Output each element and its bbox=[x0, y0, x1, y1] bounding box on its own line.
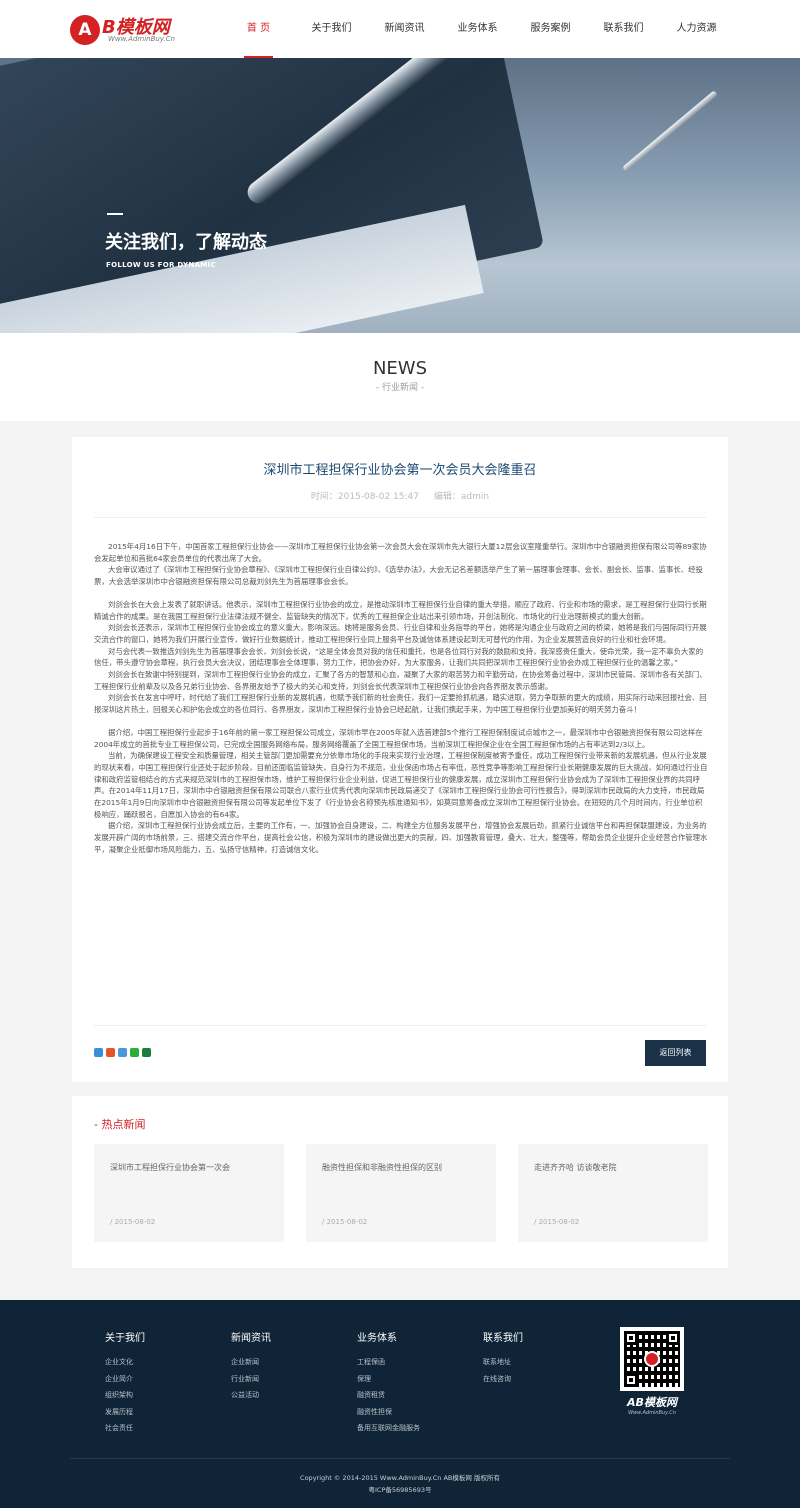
footer-column-news: 新闻资讯 企业新闻 行业新闻 公益活动 bbox=[231, 1329, 271, 1404]
footer-logo: AB模板网 Www.AdminBuy.Cn bbox=[620, 1394, 684, 1416]
hot-news-card-date: / 2015-08-02 bbox=[110, 1218, 156, 1226]
wechat-icon[interactable] bbox=[130, 1048, 139, 1057]
footer-link[interactable]: 备用互联网金融服务 bbox=[357, 1420, 420, 1437]
footer-link[interactable]: 融资租赁 bbox=[357, 1387, 420, 1404]
qr-finder bbox=[666, 1331, 680, 1345]
hot-news-title: - 热点新闻 bbox=[94, 1118, 146, 1131]
footer-logo-text: AB模板网 bbox=[627, 1396, 677, 1409]
section-subtitle: - 行业新闻 - bbox=[375, 383, 425, 393]
footer-link[interactable]: 企业新闻 bbox=[231, 1354, 271, 1371]
tencent-weibo-icon[interactable] bbox=[118, 1048, 127, 1057]
article-paragraph: 刘剑会长在致谢中特别提到，深圳市工程担保行业协会的成立，汇聚了各方的智慧和心血，… bbox=[94, 670, 707, 691]
hot-news-card[interactable]: 深圳市工程担保行业协会第一次会 / 2015-08-02 bbox=[94, 1144, 284, 1242]
banner-pen-clip-image bbox=[622, 90, 718, 172]
article-paragraph: 据介绍，深圳市工程担保行业协会成立后，主要的工作有，一、加强协会自身建设，二、构… bbox=[94, 821, 708, 854]
logo-mark: A bbox=[70, 15, 100, 45]
nav-item-business[interactable]: 业务体系 bbox=[441, 0, 514, 58]
article-title: 深圳市工程担保行业协会第一次会员大会隆重召 bbox=[263, 463, 537, 478]
hot-news-card-title[interactable]: 走进齐齐哈 访谈敬老院 bbox=[534, 1162, 617, 1173]
footer-link[interactable]: 在线咨询 bbox=[483, 1371, 523, 1388]
qr-code-pattern bbox=[624, 1331, 680, 1387]
section-title: NEWS bbox=[372, 358, 428, 379]
article-paragraph: 刘剑会长在发言中呼吁，时代给了我们工程担保行业新的发展机遇，也赋予我们新的社会责… bbox=[94, 693, 707, 715]
qr-code bbox=[620, 1327, 684, 1391]
footer-link[interactable]: 组织架构 bbox=[105, 1387, 145, 1404]
footer-column-title: 关于我们 bbox=[105, 1333, 145, 1344]
footer-column-title: 业务体系 bbox=[357, 1333, 397, 1344]
article-paragraph: 2015年4月16日下午，中国首家工程担保行业协会——深圳市工程担保行业协会第一… bbox=[94, 542, 707, 563]
footer-link[interactable]: 社会责任 bbox=[105, 1420, 145, 1437]
copyright-text: Copyright © 2014-2015 Www.AdminBuy.Cn AB… bbox=[300, 1474, 500, 1482]
footer-link[interactable]: 企业文化 bbox=[105, 1354, 145, 1371]
divider bbox=[94, 517, 706, 518]
article-card: 深圳市工程担保行业协会第一次会员大会隆重召 时间：2015-08-02 15:4… bbox=[72, 437, 728, 1082]
footer-link[interactable]: 联系地址 bbox=[483, 1354, 523, 1371]
site-footer: 关于我们 企业文化 企业简介 组织架构 发展历程 社会责任 新闻资讯 企业新闻 … bbox=[0, 1300, 800, 1508]
article-paragraph: 当前，为确保建设工程安全和质量管理，相关主管部门更加需要充分依靠市场化的手段来实… bbox=[94, 751, 708, 819]
article-paragraph: 刘剑会长还表示，深圳市工程担保行业协会成立的意义重大，影响深远。她将是服务会员、… bbox=[94, 623, 707, 644]
hot-news-card[interactable]: 融资性担保和非融资性担保的区别 / 2015-08-02 bbox=[306, 1144, 496, 1242]
footer-link[interactable]: 发展历程 bbox=[105, 1404, 145, 1421]
nav-item-contact[interactable]: 联系我们 bbox=[587, 0, 660, 58]
hot-news-panel: - 热点新闻 深圳市工程担保行业协会第一次会 / 2015-08-02 融资性担… bbox=[72, 1096, 728, 1268]
footer-logo-subtitle: Www.AdminBuy.Cn bbox=[628, 1410, 676, 1416]
nav-item-home[interactable]: 首 页 bbox=[222, 0, 295, 58]
qzone-icon[interactable] bbox=[94, 1048, 103, 1057]
divider bbox=[70, 1458, 730, 1459]
footer-column-contact: 联系我们 联系地址 在线咨询 bbox=[483, 1329, 523, 1387]
weibo-icon[interactable] bbox=[106, 1048, 115, 1057]
footer-link[interactable]: 行业新闻 bbox=[231, 1371, 271, 1388]
footer-link[interactable]: 工程保函 bbox=[357, 1354, 420, 1371]
article-paragraph: 对与会代表一致推选刘剑先生为首届理事会会长，刘剑会长说，“这是全体会员对我的信任… bbox=[94, 646, 704, 668]
qr-finder bbox=[624, 1373, 638, 1387]
site-logo[interactable]: A B模板网 Www.AdminBuy.Cn bbox=[70, 13, 200, 47]
copyright: Copyright © 2014-2015 Www.AdminBuy.Cn AB… bbox=[0, 1472, 800, 1496]
main-nav: 首 页 关于我们 新闻资讯 业务体系 服务案例 联系我们 人力资源 bbox=[222, 0, 733, 58]
footer-link[interactable]: 企业简介 bbox=[105, 1371, 145, 1388]
footer-column-business: 业务体系 工程保函 保理 融资租赁 融资性担保 备用互联网金融服务 bbox=[357, 1329, 420, 1437]
article-paragraph: 刘剑会长在大会上发表了就职讲话。他表示，深圳市工程担保行业协会的成立，是推动深圳… bbox=[94, 599, 707, 621]
share-bar bbox=[94, 1048, 151, 1057]
footer-column-about: 关于我们 企业文化 企业简介 组织架构 发展历程 社会责任 bbox=[105, 1329, 145, 1437]
divider bbox=[94, 1025, 706, 1026]
hot-news-card-date: / 2015-08-02 bbox=[534, 1218, 580, 1226]
hot-news-card[interactable]: 走进齐齐哈 访谈敬老院 / 2015-08-02 bbox=[518, 1144, 708, 1242]
hot-news-card-date: / 2015-08-02 bbox=[322, 1218, 368, 1226]
renren-icon[interactable] bbox=[142, 1048, 151, 1057]
nav-item-about[interactable]: 关于我们 bbox=[295, 0, 368, 58]
footer-link[interactable]: 公益活动 bbox=[231, 1387, 271, 1404]
hero-banner: 关注我们，了解动态 FOLLOW US FOR DYNAMIC bbox=[0, 58, 800, 333]
hot-news-list: 深圳市工程担保行业协会第一次会 / 2015-08-02 融资性担保和非融资性担… bbox=[94, 1144, 708, 1242]
qr-finder bbox=[624, 1331, 638, 1345]
qr-logo-icon bbox=[644, 1351, 660, 1367]
hot-news-card-title[interactable]: 融资性担保和非融资性担保的区别 bbox=[322, 1162, 442, 1173]
site-header: A B模板网 Www.AdminBuy.Cn 首 页 关于我们 新闻资讯 业务体… bbox=[0, 0, 800, 58]
footer-column-title: 新闻资讯 bbox=[231, 1333, 271, 1344]
article-paragraph: 据介绍，中国工程担保行业起步于16年前的第一家工程担保公司成立，深圳市早在200… bbox=[94, 727, 703, 749]
article-body: 2015年4月16日下午，中国首家工程担保行业协会——深圳市工程担保行业协会第一… bbox=[94, 541, 708, 856]
nav-item-news[interactable]: 新闻资讯 bbox=[368, 0, 441, 58]
article-paragraph: 大会审议通过了《深圳市工程担保行业协会章程》、《深圳市工程担保行业自律公约》、《… bbox=[94, 565, 703, 587]
section-heading: NEWS - 行业新闻 - bbox=[0, 333, 800, 421]
nav-item-hr[interactable]: 人力资源 bbox=[660, 0, 733, 58]
banner-subtitle: FOLLOW US FOR DYNAMIC bbox=[106, 261, 216, 269]
footer-link[interactable]: 保理 bbox=[357, 1371, 420, 1388]
icp-number[interactable]: 粤ICP备56985693号 bbox=[0, 1484, 800, 1496]
article-meta: 时间：2015-08-02 15:47 编辑：admin bbox=[72, 489, 728, 502]
hot-news-card-title[interactable]: 深圳市工程担保行业协会第一次会 bbox=[110, 1162, 230, 1173]
footer-column-title: 联系我们 bbox=[483, 1333, 523, 1344]
article-date: 时间：2015-08-02 15:47 bbox=[310, 492, 420, 502]
footer-link[interactable]: 融资性担保 bbox=[357, 1404, 420, 1421]
article-author: 编辑：admin bbox=[433, 492, 490, 502]
banner-accent-line bbox=[107, 213, 123, 215]
back-to-list-button[interactable]: 返回列表 bbox=[645, 1040, 706, 1066]
nav-item-cases[interactable]: 服务案例 bbox=[514, 0, 587, 58]
logo-subtitle: Www.AdminBuy.Cn bbox=[108, 35, 175, 43]
banner-title: 关注我们，了解动态 bbox=[105, 232, 267, 253]
